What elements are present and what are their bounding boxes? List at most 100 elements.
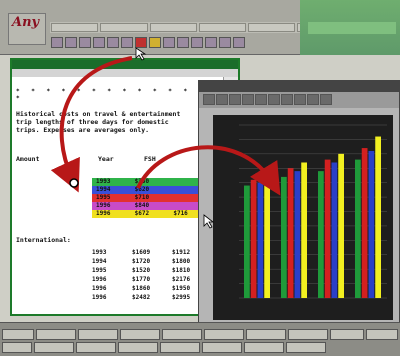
table-row: 1993 $1609 $1912 — [92, 248, 212, 257]
menu-item-1[interactable] — [51, 23, 99, 32]
toolbar-icon[interactable] — [51, 37, 63, 48]
table-row[interactable]: 1994 $620 — [92, 186, 208, 194]
table-cell: $710 — [134, 194, 150, 201]
taskbar-button[interactable] — [36, 329, 76, 340]
table-cell: 1995 — [96, 194, 111, 201]
taskbar-button[interactable] — [2, 342, 32, 353]
taskbar-button[interactable] — [2, 329, 34, 340]
toolbar-icon[interactable] — [107, 37, 119, 48]
chart-tool-icon[interactable] — [203, 94, 215, 105]
chart-tool-icon[interactable] — [216, 94, 228, 105]
taskbar-button[interactable] — [202, 342, 242, 353]
table-cell: $2482 — [132, 294, 151, 301]
highlighted-table[interactable]: 1993 $350 1994 $620 1995 $710 1996 $840 1996 $672… — [92, 178, 208, 218]
taskbar-button[interactable] — [76, 342, 116, 353]
menu-item-4[interactable] — [198, 23, 247, 32]
table-row: 1996 $1770 $2176 — [92, 275, 212, 284]
table-cell: 1996 — [96, 210, 111, 217]
table-cell: $620 — [134, 186, 150, 193]
taskbar-button[interactable] — [120, 329, 160, 340]
chart-bar — [244, 185, 250, 298]
table-cell: 1993 — [96, 178, 111, 185]
toolbar-icon[interactable] — [65, 37, 77, 48]
app-logo: Any — [8, 13, 46, 45]
table-cell: $840 — [134, 202, 150, 209]
ruler: * * * * * * * * * * * * * — [16, 88, 192, 102]
table-cell: 1996 — [92, 294, 107, 301]
table-cell: 1994 — [96, 186, 111, 193]
document-menu-bar[interactable] — [12, 69, 238, 77]
taskbar-button[interactable] — [78, 329, 118, 340]
document-title-bar[interactable] — [12, 60, 238, 69]
taskbar-button[interactable] — [330, 329, 364, 340]
toolbar-icon[interactable] — [177, 37, 189, 48]
taskbar-button[interactable] — [204, 329, 244, 340]
table-cell: $1770 — [132, 276, 151, 283]
chart-bar — [361, 148, 368, 298]
chart-tool-icon[interactable] — [242, 94, 254, 105]
toolbar-icon[interactable] — [79, 37, 91, 48]
logo-text: Any — [12, 15, 40, 30]
chart-tool-icon[interactable] — [229, 94, 241, 105]
table-row[interactable]: 1996 $840 — [92, 202, 208, 210]
menu-item-5[interactable] — [248, 23, 296, 32]
chart-tool-icon[interactable] — [320, 94, 332, 105]
menu-item-3[interactable] — [149, 23, 197, 32]
taskbar-button[interactable] — [286, 342, 326, 353]
table-row[interactable]: 1993 $350 — [92, 178, 208, 186]
chart-bar — [318, 171, 324, 298]
taskbar-button[interactable] — [118, 342, 158, 353]
table-cell: 1993 — [92, 249, 107, 256]
column-header: Year — [98, 155, 114, 163]
chart-bar — [264, 174, 270, 298]
toolbar-icon[interactable] — [149, 37, 161, 48]
chart-tool-icon[interactable] — [255, 94, 267, 105]
background-window — [300, 0, 400, 55]
chart-bar — [250, 179, 257, 298]
toolbar-icon[interactable] — [163, 37, 175, 48]
table-row[interactable]: 1996 $672 $716 — [92, 210, 208, 218]
taskbar-button[interactable] — [288, 329, 328, 340]
table-cell: $1520 — [132, 267, 151, 274]
chart-title-bar[interactable] — [199, 81, 399, 92]
chart-bar — [338, 153, 344, 298]
table-cell: 1994 — [92, 258, 107, 265]
menu-item-2[interactable] — [100, 23, 148, 32]
chart-window[interactable] — [198, 80, 400, 324]
toolbar-icon[interactable] — [219, 37, 231, 48]
chart-tool-icon[interactable] — [294, 94, 306, 105]
chart-tool-icon[interactable] — [268, 94, 280, 105]
taskbar-button[interactable] — [366, 329, 398, 340]
taskbar — [0, 322, 400, 356]
toolbar-icon[interactable] — [191, 37, 203, 48]
chart-bar — [368, 150, 375, 298]
international-label: International: — [16, 236, 71, 244]
table-row: 1995 $1520 $1810 — [92, 266, 212, 275]
column-header: Amount — [16, 155, 40, 163]
table-cell: 1996 — [96, 202, 111, 209]
chart-bar — [294, 171, 301, 298]
toolbar-icon[interactable] — [135, 37, 147, 48]
taskbar-button[interactable] — [160, 342, 200, 353]
chart-bar — [301, 162, 307, 298]
table-cell: $1720 — [132, 258, 151, 265]
taskbar-button[interactable] — [162, 329, 202, 340]
taskbar-button[interactable] — [244, 342, 284, 353]
toolbar-icon[interactable] — [233, 37, 245, 48]
chart-toolbar — [199, 92, 399, 108]
toolbar-icon[interactable] — [205, 37, 217, 48]
chart-bar — [355, 159, 361, 298]
chart-bar — [375, 136, 381, 298]
toolbar-icon[interactable] — [121, 37, 133, 48]
chart-tool-icon[interactable] — [281, 94, 293, 105]
taskbar-button[interactable] — [246, 329, 286, 340]
chart-tool-icon[interactable] — [307, 94, 319, 105]
table-row: 1996 $2482 $2995 — [92, 293, 212, 302]
chart-bar — [281, 176, 287, 298]
toolbar-icon[interactable] — [93, 37, 105, 48]
taskbar-button[interactable] — [34, 342, 74, 353]
table-cell: 1995 — [92, 267, 107, 274]
column-headers: Amount Year FSH — [16, 155, 216, 163]
table-row[interactable]: 1995 $710 — [92, 194, 208, 202]
table-cell: 1996 — [92, 276, 107, 283]
